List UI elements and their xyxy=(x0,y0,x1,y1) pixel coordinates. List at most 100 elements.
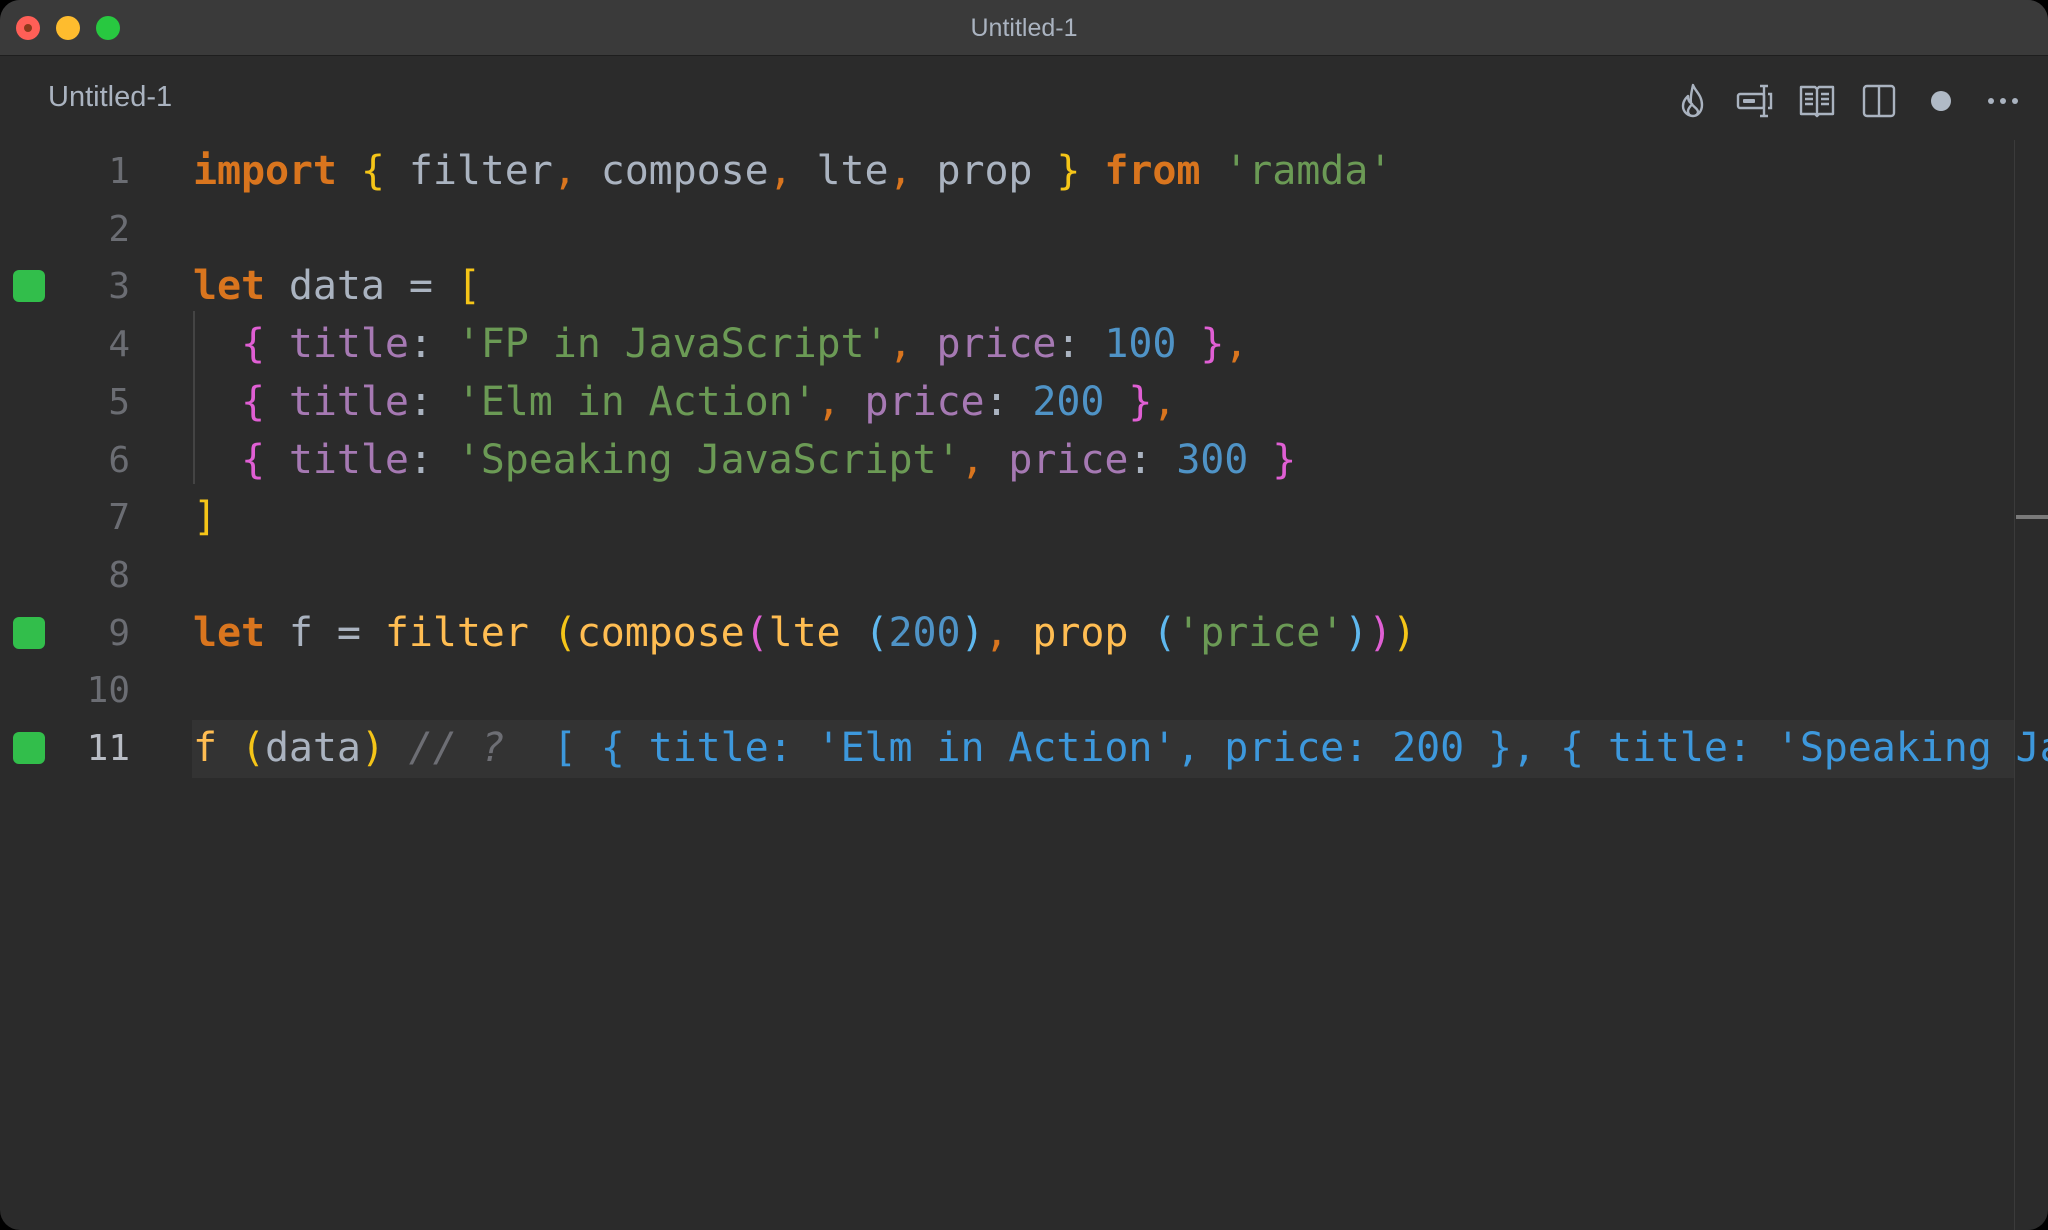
code-token: ) xyxy=(1368,609,1393,656)
code-line[interactable]: 1 import { filter, compose, lte, prop } f… xyxy=(0,143,2014,201)
code-token: { xyxy=(360,148,385,194)
code-token: } xyxy=(1272,436,1297,483)
code-token: , xyxy=(960,436,985,483)
split-editor-button[interactable] xyxy=(1848,79,1910,123)
code-token: , xyxy=(984,609,1009,656)
code-line[interactable]: 11 f (data) // ? [ { title: 'Elm in Actio… xyxy=(0,720,2048,778)
line-number: 8 xyxy=(108,554,130,596)
code-token: : xyxy=(984,378,1033,425)
code-token: ) xyxy=(1344,609,1369,656)
code-token: : xyxy=(1056,321,1105,368)
unsaved-changes-button[interactable] xyxy=(1910,79,1972,123)
code-token: filter xyxy=(384,609,553,656)
vertical-scrollbar-track[interactable] xyxy=(2014,140,2015,1230)
code-token: title xyxy=(264,378,409,425)
code-token: { xyxy=(240,321,265,368)
code-token: 200 xyxy=(888,609,961,656)
scrollbar-cursor-marker xyxy=(2016,515,2048,519)
code-token: ( xyxy=(240,725,265,771)
flame-icon xyxy=(1681,83,1704,118)
code-line[interactable]: 8 xyxy=(0,547,2014,605)
code-token: price xyxy=(840,378,985,425)
split-editor-icon xyxy=(1862,84,1896,118)
code-token: ( xyxy=(552,609,577,656)
code-text[interactable]: { title: 'Elm in Action', price: 200 }, xyxy=(193,374,1176,432)
code-line[interactable]: 3 let data = [ xyxy=(0,258,2014,316)
open-book-icon xyxy=(1799,85,1835,118)
code-token: filter xyxy=(384,148,553,194)
text-cursor-box-icon xyxy=(1736,84,1773,118)
more-ellipsis-icon xyxy=(1988,98,2018,104)
quokka-flame-button[interactable] xyxy=(1662,79,1724,123)
more-actions-button[interactable] xyxy=(1972,79,2034,123)
code-token: let xyxy=(193,263,265,310)
code-token: : xyxy=(408,321,457,368)
code-token: { xyxy=(240,436,265,483)
code-token: , xyxy=(1224,321,1249,368)
code-token: price xyxy=(984,436,1129,483)
code-text[interactable]: let data = [ xyxy=(193,258,481,316)
code-line[interactable]: 6 { title: 'Speaking JavaScript', price:… xyxy=(0,432,2014,490)
code-token: lte xyxy=(792,148,889,194)
code-text[interactable]: { title: 'FP in JavaScript', price: 100 … xyxy=(193,316,1248,374)
code-token: ] xyxy=(193,494,217,541)
code-line[interactable]: 2 xyxy=(0,201,2014,259)
code-token: title xyxy=(264,321,409,368)
code-text[interactable]: ] xyxy=(193,489,217,547)
code-line[interactable]: 4 { title: 'FP in JavaScript', price: 10… xyxy=(0,316,2014,374)
code-token: , xyxy=(888,321,913,368)
code-token: : xyxy=(408,436,457,483)
editor-toolbar xyxy=(1662,79,2034,123)
line-number: 3 xyxy=(108,266,130,308)
code-editor[interactable]: 1 import { filter, compose, lte, prop } f… xyxy=(0,143,2048,1230)
code-token: ) xyxy=(960,609,985,656)
code-token: 200 xyxy=(1032,378,1105,425)
code-token: import xyxy=(193,148,337,194)
code-text[interactable]: import { filter, compose, lte, prop } fr… xyxy=(193,143,1392,201)
code-token: ( xyxy=(744,609,769,656)
unsaved-dot-icon xyxy=(1931,91,1951,111)
coverage-indicator xyxy=(13,732,45,764)
code-token: : xyxy=(1128,436,1177,483)
code-token: title xyxy=(264,436,409,483)
code-line[interactable]: 9 let f = filter (compose(lte (200), prop… xyxy=(0,605,2014,663)
line-number: 5 xyxy=(108,381,130,423)
code-token: } xyxy=(1056,148,1081,194)
code-token: [ xyxy=(456,263,481,310)
code-token: prop xyxy=(912,148,1057,194)
code-line[interactable]: 7] xyxy=(0,489,2014,547)
code-token: from xyxy=(1104,148,1201,194)
code-line[interactable]: 5 { title: 'Elm in Action', price: 200 }… xyxy=(0,374,2014,432)
code-token: // ? xyxy=(384,725,553,771)
code-token: ( xyxy=(1152,609,1177,656)
line-number: 10 xyxy=(86,670,130,712)
code-token: let xyxy=(193,609,265,656)
code-token: compose xyxy=(576,609,745,656)
code-token: , xyxy=(816,378,841,425)
editor-window: Untitled-1 Untitled-1 1 import {filter,… xyxy=(0,0,2048,1230)
toggle-inline-button[interactable] xyxy=(1724,79,1786,123)
code-token: data xyxy=(264,725,361,771)
code-token: 'Speaking JavaScript' xyxy=(456,436,961,483)
open-preview-button[interactable] xyxy=(1786,79,1848,123)
tab-untitled-1[interactable]: Untitled-1 xyxy=(48,81,172,114)
code-text[interactable]: { title: 'Speaking JavaScript', price: 3… xyxy=(193,432,1296,490)
code-token: prop xyxy=(1008,609,1153,656)
code-token: ) xyxy=(360,725,385,771)
line-number: 6 xyxy=(108,439,130,481)
code-line[interactable]: 10 xyxy=(0,662,2014,720)
code-text[interactable]: let f = filter (compose(lte (200), prop … xyxy=(193,605,1416,663)
window-title: Untitled-1 xyxy=(970,14,1078,42)
coverage-indicator xyxy=(13,616,45,649)
line-number: 4 xyxy=(108,324,130,366)
code-token: 'FP in JavaScript' xyxy=(456,321,889,368)
code-text[interactable]: f (data) // ? [ { title: 'Elm in Action'… xyxy=(193,720,2048,778)
line-number: 2 xyxy=(108,208,130,250)
